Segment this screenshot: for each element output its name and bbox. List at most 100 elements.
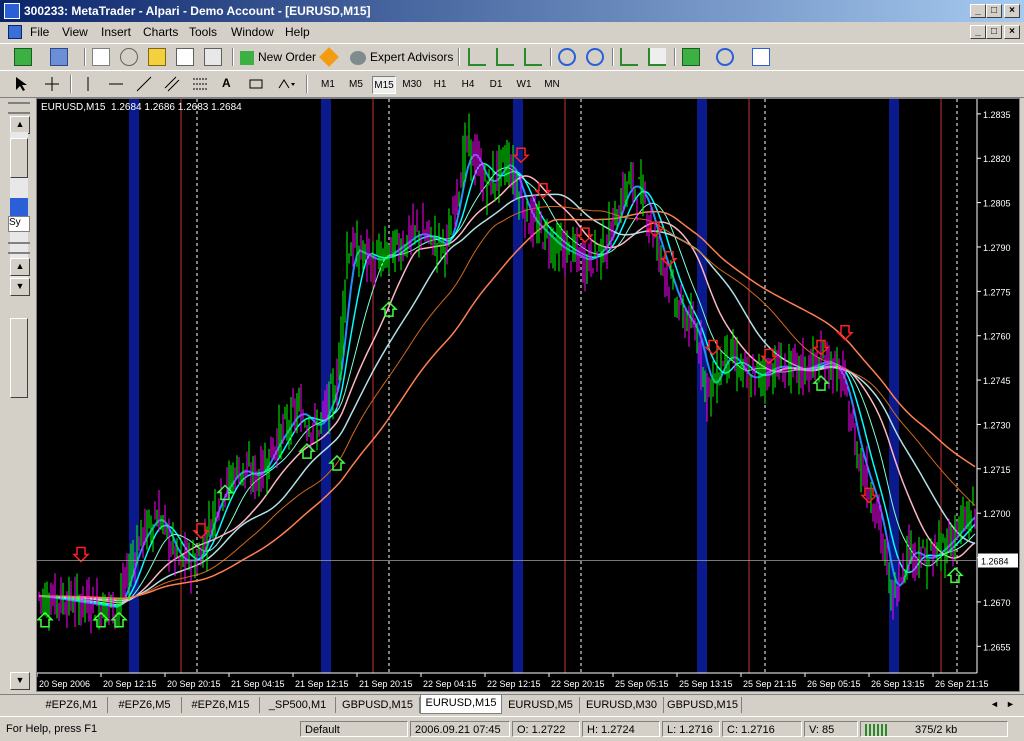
tab-eurusd-m5[interactable]: EURUSD,M5	[502, 697, 580, 713]
status-low: L: 1.2716	[662, 721, 720, 737]
tab--sp500-m1[interactable]: _SP500,M1	[260, 697, 336, 713]
time-tick-label: 26 Sep 13:15	[871, 679, 925, 689]
time-tick-label: 26 Sep 21:15	[935, 679, 989, 689]
scroll-thumb[interactable]	[10, 138, 28, 178]
vertical-line-icon[interactable]	[80, 76, 98, 94]
text-icon[interactable]: A	[222, 76, 240, 94]
tab-eurusd-m15[interactable]: EURUSD,M15	[420, 695, 502, 714]
price-chart[interactable]: 1.2835 1.2820 1.2805 1.2790 1.2775 1.2760 1.27…	[36, 98, 1020, 692]
scroll-up-icon-2[interactable]: ▲	[10, 258, 30, 276]
sell-arrow-icon	[704, 339, 722, 356]
timeframe-w1-button[interactable]: W1	[512, 76, 536, 94]
title-bar: 300233: MetaTrader - Alpari - Demo Accou…	[0, 0, 1024, 22]
tab-scroll-right-icon[interactable]: ►	[1006, 699, 1015, 709]
chart-shift-icon[interactable]	[648, 48, 666, 66]
bar-chart-icon[interactable]	[468, 48, 486, 66]
doc-close-button[interactable]: ×	[1004, 25, 1020, 39]
doc-restore-button[interactable]: □	[986, 25, 1002, 39]
new-order-label: New Order	[258, 50, 317, 64]
status-volume: V: 85	[804, 721, 858, 737]
minimize-button[interactable]: _	[970, 4, 986, 18]
menu-insert[interactable]: Insert	[101, 25, 131, 39]
tab-gbpusd-m15[interactable]: GBPUSD,M15	[336, 697, 420, 713]
price-tick-label: 1.2805	[983, 199, 1011, 209]
doc-minimize-button[interactable]: _	[970, 25, 986, 39]
autoscroll-icon[interactable]	[620, 48, 638, 66]
current-price-label: 1.2684	[981, 557, 1009, 567]
scroll-down-icon[interactable]: ▼	[10, 278, 30, 296]
menu-window[interactable]: Window	[231, 25, 274, 39]
tab--epz6-m1[interactable]: #EPZ6,M1	[36, 697, 108, 713]
indicators-icon[interactable]	[682, 48, 700, 66]
panel-tab-symbols[interactable]: Sy	[8, 216, 30, 232]
scroll-down-icon-2[interactable]: ▼	[10, 672, 30, 690]
timeframe-mn-button[interactable]: MN	[540, 76, 564, 94]
fibonacci-icon[interactable]	[192, 76, 210, 94]
chart-canvas[interactable]: 1.2835 1.2820 1.2805 1.2790 1.2775 1.2760 1.27…	[37, 99, 1020, 692]
panel-grip-2[interactable]	[8, 242, 30, 254]
document-icon[interactable]	[8, 25, 22, 39]
equidistant-channel-icon[interactable]	[164, 76, 182, 94]
navigator-icon[interactable]	[120, 48, 138, 66]
alert-icon[interactable]	[319, 47, 339, 67]
status-profile[interactable]: Default	[300, 721, 408, 737]
timeframe-m15-button[interactable]: M15	[372, 76, 396, 94]
crosshair-icon[interactable]	[44, 76, 62, 94]
price-tick-label: 1.2790	[983, 243, 1011, 253]
status-traffic: 375/2 kb	[860, 721, 1008, 737]
moving-average-line	[38, 162, 976, 607]
new-chart-icon[interactable]	[14, 48, 32, 66]
timeframe-m30-button[interactable]: M30	[400, 76, 424, 94]
menu-file[interactable]: File	[30, 25, 49, 39]
scroll-thumb-2[interactable]	[10, 318, 28, 398]
tab-scroll-left-icon[interactable]: ◄	[990, 699, 999, 709]
maximize-button[interactable]: □	[986, 4, 1002, 18]
horizontal-line-icon[interactable]	[108, 76, 126, 94]
print-icon[interactable]	[204, 48, 222, 66]
zoom-out-icon[interactable]	[586, 48, 604, 66]
tab-gbpusd-m15[interactable]: GBPUSD,M15	[664, 697, 742, 713]
label-icon[interactable]	[248, 76, 266, 94]
expert-advisors-button[interactable]: Expert Advisors	[350, 47, 453, 67]
templates-icon[interactable]	[752, 48, 770, 66]
price-tick-label: 1.2835	[983, 110, 1011, 120]
menu-tools[interactable]: Tools	[189, 25, 217, 39]
tab--epz6-m5[interactable]: #EPZ6,M5	[108, 697, 182, 713]
market-watch-icon[interactable]	[92, 48, 110, 66]
terminal-icon[interactable]	[148, 48, 166, 66]
profiles-icon[interactable]	[50, 48, 68, 66]
timeframe-h4-button[interactable]: H4	[456, 76, 480, 94]
new-order-button[interactable]: New Order	[240, 47, 316, 67]
navigator-panel: ▲ ▼ Sy ▲ ▼	[0, 98, 34, 692]
panel-indicator	[10, 198, 28, 218]
price-tick-label: 1.2775	[983, 287, 1011, 297]
menu-help[interactable]: Help	[285, 25, 310, 39]
trendline-icon[interactable]	[136, 76, 154, 94]
timeframe-m5-button[interactable]: M5	[344, 76, 368, 94]
close-button[interactable]: ×	[1004, 4, 1020, 18]
zoom-in-icon[interactable]	[558, 48, 576, 66]
price-tick-label: 1.2715	[983, 465, 1011, 475]
separator	[550, 48, 552, 66]
time-tick-label: 25 Sep 21:15	[743, 679, 797, 689]
buy-arrow-icon	[812, 375, 830, 391]
timeframe-h1-button[interactable]: H1	[428, 76, 452, 94]
separator	[612, 48, 614, 66]
periods-icon[interactable]	[716, 48, 734, 66]
moving-average-line	[39, 210, 976, 600]
menu-charts[interactable]: Charts	[143, 25, 178, 39]
tab-eurusd-m30[interactable]: EURUSD,M30	[580, 697, 664, 713]
menu-view[interactable]: View	[62, 25, 88, 39]
app-icon	[4, 3, 20, 19]
panel-grip[interactable]	[8, 102, 30, 114]
candlestick-icon[interactable]	[496, 48, 514, 66]
arrows-icon[interactable]	[276, 76, 295, 94]
cursor-icon[interactable]	[14, 76, 32, 94]
line-chart-icon[interactable]	[524, 48, 542, 66]
tester-icon[interactable]	[176, 48, 194, 66]
price-tick-label: 1.2700	[983, 509, 1011, 519]
tab--epz6-m15[interactable]: #EPZ6,M15	[182, 697, 260, 713]
timeframe-d1-button[interactable]: D1	[484, 76, 508, 94]
timeframe-m1-button[interactable]: M1	[316, 76, 340, 94]
status-high: H: 1.2724	[582, 721, 660, 737]
